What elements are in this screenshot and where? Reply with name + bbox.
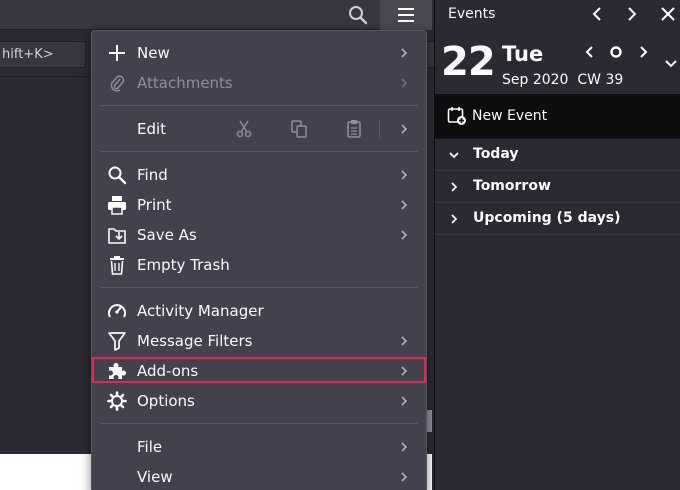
chevron-right-icon xyxy=(401,48,408,58)
edit-separator xyxy=(379,119,380,139)
menu-item-label: Message Filters xyxy=(137,332,253,350)
magnifier-icon xyxy=(107,165,127,185)
menu-item-label: View xyxy=(137,468,173,486)
previous-day-icon[interactable] xyxy=(582,44,598,60)
menu-item-print[interactable]: Print xyxy=(92,190,426,220)
month-year: Sep 2020 xyxy=(502,72,569,88)
day-name: Tue xyxy=(502,42,544,66)
chevron-right-icon xyxy=(401,78,408,88)
add-ons-highlight-box xyxy=(92,357,426,383)
gauge-icon xyxy=(107,301,127,321)
menu-item-empty-trash[interactable]: Empty Trash xyxy=(92,250,426,280)
new-event-button[interactable]: New Event xyxy=(435,94,680,138)
main-toolbar xyxy=(0,0,432,30)
chevron-right-icon xyxy=(401,124,408,134)
cut-icon[interactable] xyxy=(234,119,254,139)
menu-item-label: Print xyxy=(137,196,172,214)
save-icon xyxy=(107,225,127,245)
paste-icon[interactable] xyxy=(344,119,364,139)
menu-item-file[interactable]: File xyxy=(92,432,426,462)
events-pane: Events 22 Tue Sep 2020 CW 39 New Event T… xyxy=(434,0,680,490)
section-upcoming[interactable]: Upcoming (5 days) xyxy=(435,203,680,235)
printer-icon xyxy=(107,195,127,215)
search-icon[interactable] xyxy=(346,3,370,27)
calendar-add-icon xyxy=(447,107,466,125)
next-day-icon[interactable] xyxy=(635,44,651,60)
gear-icon xyxy=(107,391,127,411)
section-label: Tomorrow xyxy=(473,178,551,194)
today-circle-icon[interactable] xyxy=(608,44,624,60)
chevron-right-icon xyxy=(451,182,458,192)
chevron-right-icon[interactable] xyxy=(622,5,640,23)
new-event-label: New Event xyxy=(472,108,548,124)
chevron-down-icon xyxy=(449,152,459,159)
copy-icon[interactable] xyxy=(289,119,309,139)
quick-filter-placeholder: hift+K> xyxy=(2,47,54,62)
chevron-right-icon xyxy=(401,442,408,452)
calendar-week: CW 39 xyxy=(577,72,624,88)
chevron-right-icon xyxy=(451,214,458,224)
menu-item-label: Options xyxy=(137,392,195,410)
menu-separator xyxy=(100,423,418,424)
menu-item-label: File xyxy=(137,438,163,456)
menu-item-label: Attachments xyxy=(137,74,233,92)
menu-item-label: Save As xyxy=(137,226,197,244)
quick-filter-input[interactable]: hift+K> xyxy=(0,41,86,68)
menu-item-label: Edit xyxy=(137,120,167,138)
trash-icon xyxy=(107,255,127,275)
menu-item-view[interactable]: View xyxy=(92,462,426,490)
app-menu-button[interactable] xyxy=(380,0,432,30)
today-date-bar: 22 Tue Sep 2020 CW 39 xyxy=(435,30,680,94)
app-menu-popup: New Attachments Edit Find Print Save As … xyxy=(91,30,427,490)
section-label: Today xyxy=(473,146,519,162)
plus-icon xyxy=(107,43,127,63)
events-title: Events xyxy=(448,6,496,22)
menu-item-activity-manager[interactable]: Activity Manager xyxy=(92,296,426,326)
chevron-right-icon xyxy=(401,170,408,180)
menu-separator xyxy=(100,287,418,288)
menu-item-label: Activity Manager xyxy=(137,302,264,320)
chevron-right-icon xyxy=(401,396,408,406)
menu-item-message-filters[interactable]: Message Filters xyxy=(92,326,426,356)
month-week-label: Sep 2020 CW 39 xyxy=(502,71,623,89)
menu-item-find[interactable]: Find xyxy=(92,160,426,190)
day-number: 22 xyxy=(441,39,496,85)
section-tomorrow[interactable]: Tomorrow xyxy=(435,171,680,203)
filter-icon xyxy=(107,331,127,351)
menu-item-edit[interactable]: Edit xyxy=(92,114,426,144)
menu-separator xyxy=(100,151,418,152)
events-list-empty-area xyxy=(435,235,680,490)
scrollbar-thumb[interactable] xyxy=(427,410,432,432)
chevron-down-icon[interactable] xyxy=(663,56,679,72)
menu-item-new[interactable]: New xyxy=(92,38,426,68)
chevron-right-icon xyxy=(401,472,408,482)
menu-separator xyxy=(100,105,418,106)
chevron-left-icon[interactable] xyxy=(589,5,607,23)
chevron-right-icon xyxy=(401,230,408,240)
menu-item-label: Empty Trash xyxy=(137,256,230,274)
paperclip-icon xyxy=(107,73,127,93)
menu-item-options[interactable]: Options xyxy=(92,386,426,416)
menu-item-label: Find xyxy=(137,166,168,184)
chevron-right-icon xyxy=(401,336,408,346)
hamburger-menu-icon xyxy=(398,8,414,22)
events-header: Events xyxy=(435,0,680,30)
menu-item-attachments[interactable]: Attachments xyxy=(92,68,426,98)
close-icon[interactable] xyxy=(659,5,677,23)
menu-item-save-as[interactable]: Save As xyxy=(92,220,426,250)
section-today[interactable]: Today xyxy=(435,139,680,171)
menu-item-label: New xyxy=(137,44,170,62)
chevron-right-icon xyxy=(401,200,408,210)
section-label: Upcoming (5 days) xyxy=(473,210,621,226)
